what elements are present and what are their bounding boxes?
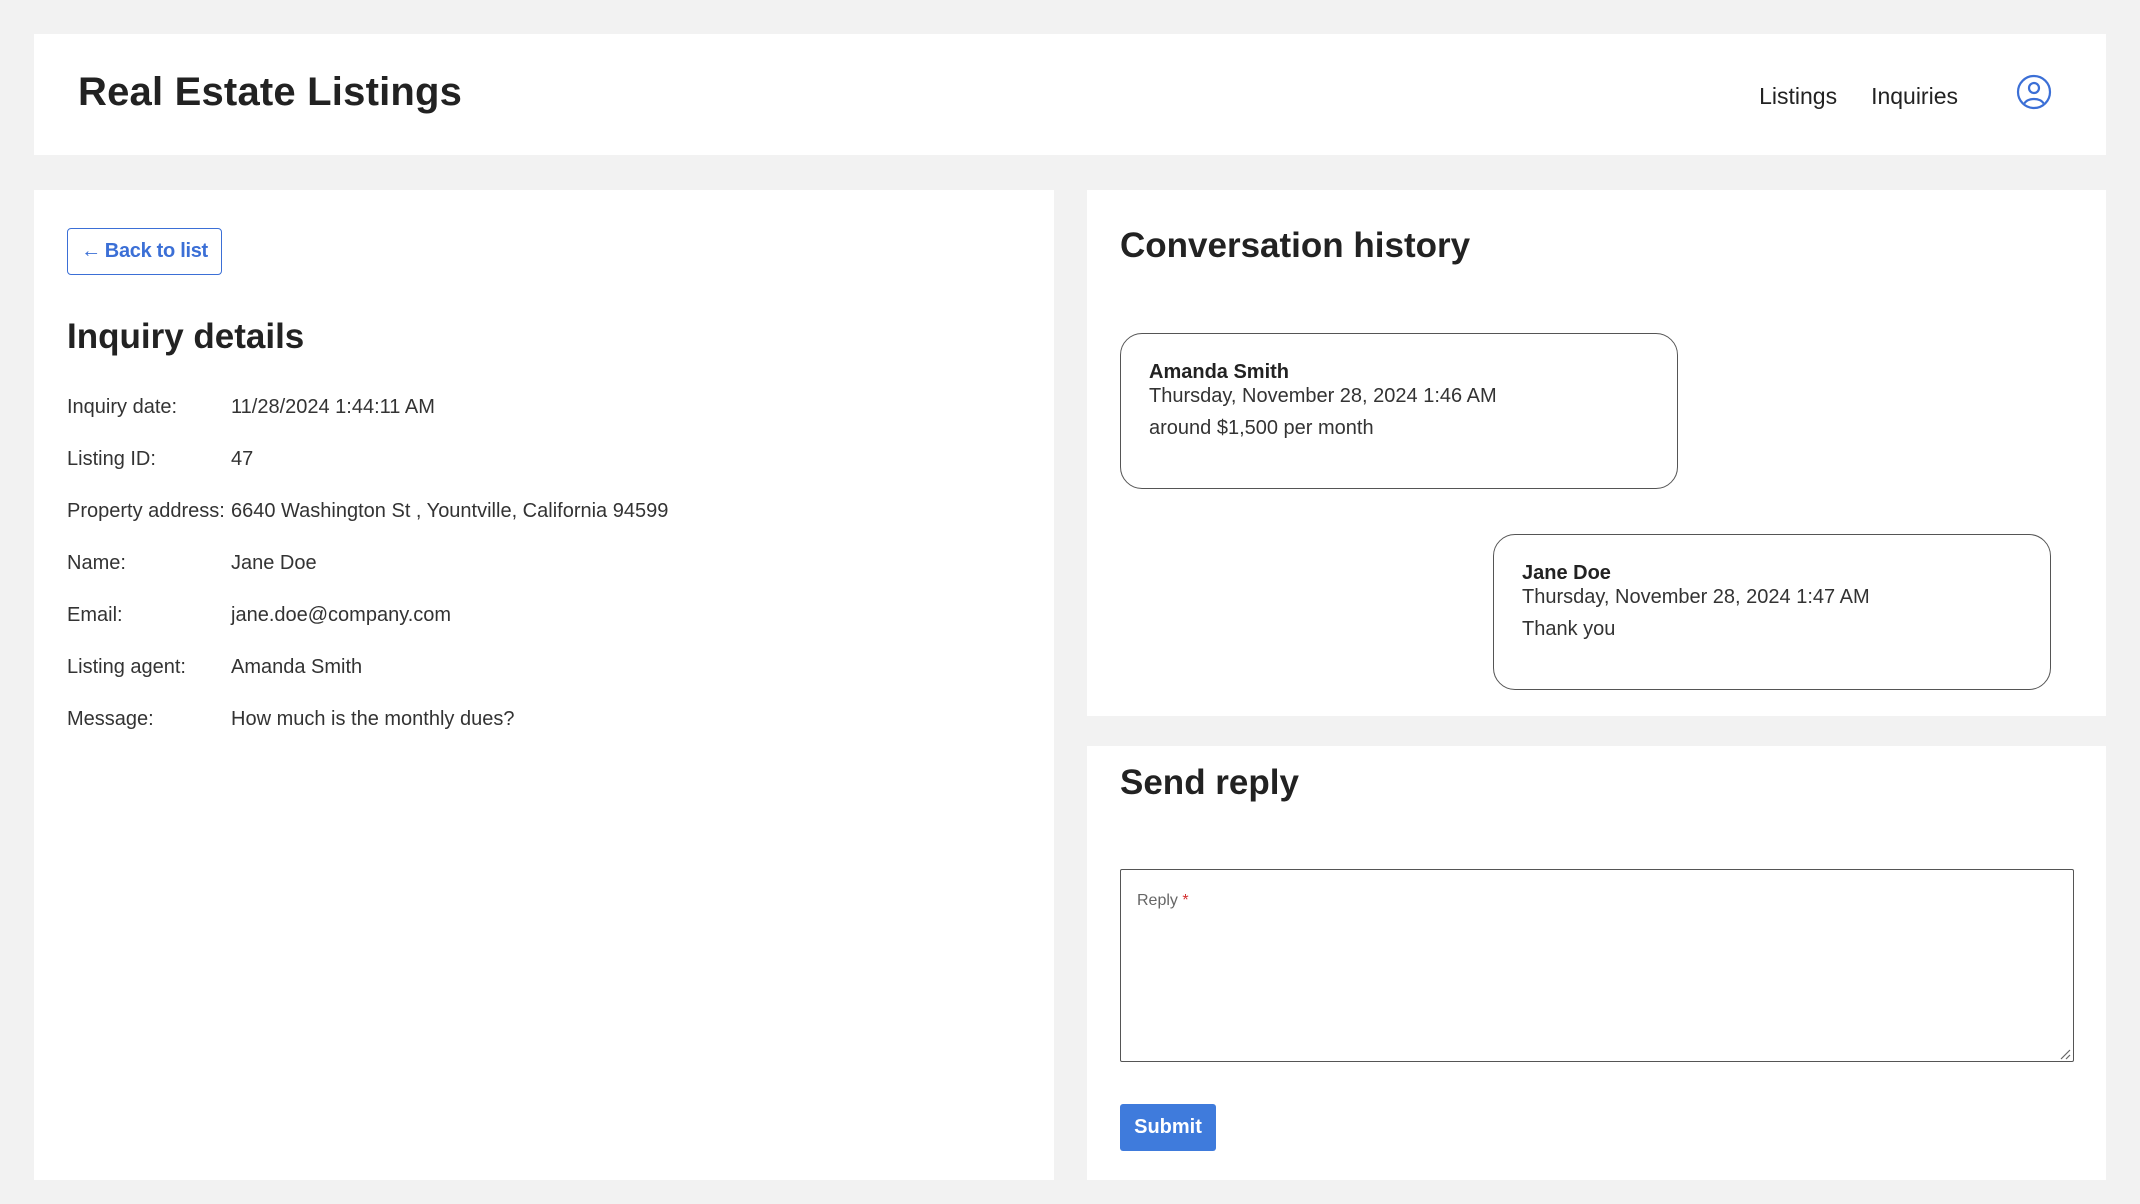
reply-label-text: Reply xyxy=(1137,892,1178,909)
detail-value: 47 xyxy=(231,448,254,470)
inquiry-details-title: Inquiry details xyxy=(67,317,305,356)
app-header: Real Estate Listings Listings Inquiries xyxy=(34,34,2106,155)
required-marker: * xyxy=(1182,892,1189,909)
detail-row-inquiry-date: Inquiry date: 11/28/2024 1:44:11 AM xyxy=(67,396,668,448)
message-sender: Amanda Smith xyxy=(1149,361,1290,383)
submit-button[interactable]: Submit xyxy=(1120,1104,1216,1151)
detail-value: 6640 Washington St , Yountville, Califor… xyxy=(231,500,669,522)
detail-label: Name: xyxy=(67,552,126,574)
user-circle-icon[interactable] xyxy=(2015,73,2053,111)
detail-row-listing-agent: Listing agent: Amanda Smith xyxy=(67,656,668,708)
detail-label: Email: xyxy=(67,604,123,626)
detail-row-message: Message: How much is the monthly dues? xyxy=(67,708,668,760)
detail-value: Amanda Smith xyxy=(231,656,363,678)
back-to-list-button[interactable]: ← Back to list xyxy=(67,228,222,275)
app-title: Real Estate Listings xyxy=(78,70,463,114)
message-bubble-user: Jane Doe Thursday, November 28, 2024 1:4… xyxy=(1493,534,2051,690)
detail-value: 11/28/2024 1:44:11 AM xyxy=(231,396,435,418)
message-timestamp: Thursday, November 28, 2024 1:46 AM xyxy=(1149,385,1497,407)
nav-listings[interactable]: Listings xyxy=(1759,83,1837,110)
message-text: around $1,500 per month xyxy=(1149,417,1374,439)
detail-label: Inquiry date: xyxy=(67,396,178,418)
detail-value: jane.doe@company.com xyxy=(231,604,452,626)
message-sender: Jane Doe xyxy=(1522,562,1611,584)
detail-value: How much is the monthly dues? xyxy=(231,708,515,730)
message-text: Thank you xyxy=(1522,618,1616,640)
detail-row-listing-id: Listing ID: 47 xyxy=(67,448,668,500)
detail-label: Property address: xyxy=(67,500,225,522)
resize-handle-icon[interactable] xyxy=(2059,1047,2071,1060)
detail-label: Listing agent: xyxy=(67,656,186,678)
message-timestamp: Thursday, November 28, 2024 1:47 AM xyxy=(1522,586,1870,608)
conversation-history-title: Conversation history xyxy=(1120,226,1471,265)
reply-field-label: Reply * xyxy=(1137,892,1189,910)
inquiry-details-panel: ← Back to list Inquiry details Inquiry d… xyxy=(34,190,1054,1180)
message-bubble-agent: Amanda Smith Thursday, November 28, 2024… xyxy=(1120,333,1678,489)
nav-inquiries[interactable]: Inquiries xyxy=(1871,83,1958,110)
send-reply-title: Send reply xyxy=(1120,763,1299,802)
back-to-list-label: Back to list xyxy=(104,240,208,262)
reply-textarea[interactable]: Reply * xyxy=(1120,869,2074,1062)
detail-value: Jane Doe xyxy=(231,552,317,574)
conversation-history-panel: Conversation history Amanda Smith Thursd… xyxy=(1087,190,2106,716)
detail-label: Message: xyxy=(67,708,154,730)
detail-row-property-address: Property address: 6640 Washington St , Y… xyxy=(67,500,668,552)
arrow-left-icon: ← xyxy=(81,240,101,262)
inquiry-details-list: Inquiry date: 11/28/2024 1:44:11 AM List… xyxy=(67,396,668,760)
detail-row-email: Email: jane.doe@company.com xyxy=(67,604,668,656)
detail-label: Listing ID: xyxy=(67,448,156,470)
top-nav: Listings Inquiries xyxy=(1759,83,1958,110)
send-reply-panel: Send reply Reply * Submit xyxy=(1087,746,2106,1180)
detail-row-name: Name: Jane Doe xyxy=(67,552,668,604)
